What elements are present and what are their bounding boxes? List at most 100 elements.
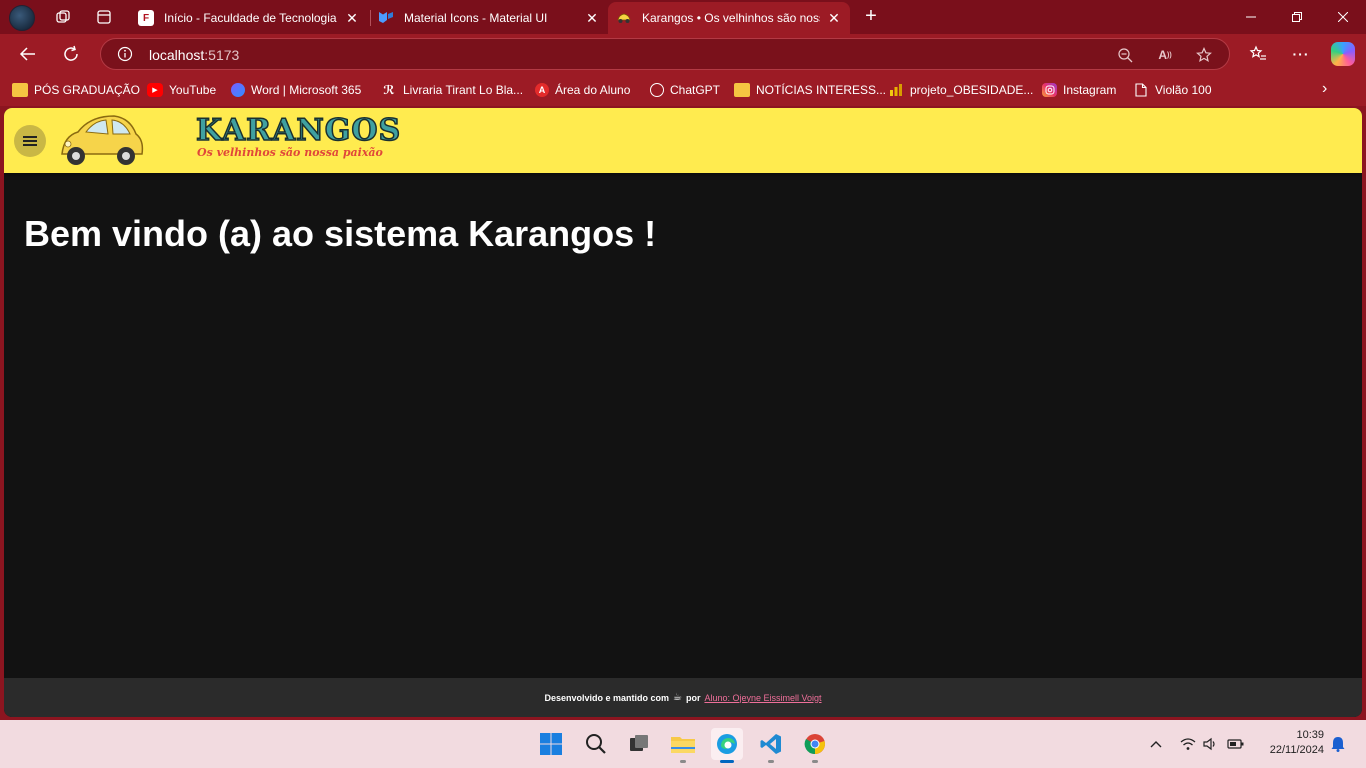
fatec-favicon-icon: F [138, 10, 154, 26]
word-icon [231, 83, 245, 97]
favorites-icon[interactable] [1246, 42, 1270, 66]
refresh-button[interactable] [57, 40, 85, 68]
hamburger-menu-icon [23, 136, 37, 146]
task-view-icon[interactable] [623, 728, 655, 760]
file-explorer-icon[interactable] [667, 728, 699, 763]
bookmark-label: PÓS GRADUAÇÃO [34, 83, 141, 97]
bookmark-noticias[interactable]: NOTÍCIAS INTERESS... [734, 81, 886, 99]
powerbi-icon [888, 83, 904, 97]
aluno-icon: A [535, 83, 549, 97]
read-aloud-icon[interactable]: A)) [1156, 46, 1174, 64]
system-clock[interactable]: 10:39 22/11/2024 [1258, 728, 1324, 758]
bookmark-chatgpt[interactable]: ChatGPT [650, 81, 720, 99]
notification-bell-icon[interactable] [1328, 734, 1348, 754]
bookmark-area-aluno[interactable]: A Área do Aluno [535, 81, 630, 99]
windows-start-icon[interactable] [535, 728, 567, 760]
instagram-icon [1042, 83, 1057, 97]
chevron-up-icon[interactable] [1146, 734, 1166, 754]
menu-button[interactable] [14, 125, 46, 157]
bookmark-word[interactable]: Word | Microsoft 365 [231, 81, 361, 99]
bookmark-youtube[interactable]: ▶ YouTube [147, 81, 216, 99]
clock-date: 22/11/2024 [1269, 744, 1324, 756]
back-button[interactable] [14, 40, 42, 68]
bookmark-projeto-obesidade[interactable]: projeto_OBESIDADE... [888, 81, 1033, 99]
running-indicator [812, 760, 818, 763]
brand-name: KARANGOS [195, 112, 402, 149]
bookmark-label: Livraria Tirant Lo Bla... [403, 83, 524, 97]
chatgpt-icon [650, 83, 664, 97]
app-bar: KARANGOS Os velhinhos são nossa paixão [4, 108, 1362, 173]
volume-icon[interactable] [1200, 734, 1220, 754]
workspaces-icon[interactable] [50, 5, 76, 29]
tab-material-icons[interactable]: Material Icons - Material UI ✕ [370, 2, 608, 34]
chrome-icon[interactable] [799, 728, 831, 763]
tab-karangos[interactable]: Karangos • Os velhinhos são nossa paixão… [608, 2, 850, 34]
tab-title: Karangos • Os velhinhos são nossa paixão [642, 11, 820, 25]
new-tab-button[interactable]: + [860, 5, 882, 29]
brand-tagline: Os velhinhos são nossa paixão [197, 146, 383, 159]
chevron-right-icon[interactable]: › [1322, 80, 1327, 98]
browser-tab-bar: F Início - Faculdade de Tecnologia de ✕ … [0, 0, 1366, 34]
bookmark-label: Área do Aluno [555, 83, 631, 97]
bookmarks-bar: PÓS GRADUAÇÃO ▶ YouTube Word | Microsoft… [0, 74, 1366, 106]
bookmark-pos-graduacao[interactable]: PÓS GRADUAÇÃO [12, 81, 140, 99]
bookmark-tirant[interactable]: ℛ Livraria Tirant Lo Bla... [381, 81, 523, 99]
running-indicator [680, 760, 686, 763]
mui-favicon-icon [378, 10, 394, 26]
bookmark-instagram[interactable]: Instagram [1042, 81, 1116, 99]
folder-icon [734, 83, 750, 97]
copilot-icon[interactable] [1331, 42, 1355, 66]
bookmark-label: Violão 100 [1155, 83, 1212, 97]
author-link[interactable]: Aluno: Ojeyne Eissimell Voigt [704, 693, 821, 703]
yellow-car-icon [61, 115, 144, 165]
footer-text: Desenvolvido e mantido com [544, 692, 669, 703]
restore-button[interactable] [1274, 0, 1320, 34]
minimize-button[interactable] [1228, 0, 1274, 34]
edge-icon[interactable] [711, 728, 743, 763]
favorite-star-icon[interactable] [1195, 46, 1213, 64]
youtube-icon: ▶ [147, 83, 163, 97]
url-port: :5173 [204, 47, 240, 63]
zoom-icon[interactable] [1116, 46, 1134, 64]
battery-icon[interactable] [1226, 734, 1246, 754]
tab-actions-icon[interactable] [91, 5, 117, 29]
windows-taskbar [0, 720, 1366, 768]
bookmark-label: ChatGPT [670, 83, 721, 97]
close-tab-icon[interactable]: ✕ [584, 10, 600, 27]
close-tab-icon[interactable]: ✕ [344, 10, 360, 27]
car-favicon-icon [616, 10, 632, 26]
profile-avatar[interactable] [9, 5, 35, 31]
site-info-icon[interactable] [117, 46, 133, 67]
footer-by: por [685, 692, 701, 703]
tab-fatec[interactable]: F Início - Faculdade de Tecnologia de ✕ [130, 2, 368, 34]
search-icon[interactable] [580, 728, 612, 760]
tirant-icon: ℛ [383, 83, 395, 97]
clock-time: 10:39 [1296, 729, 1324, 741]
close-window-button[interactable] [1320, 0, 1366, 34]
close-tab-icon[interactable]: ✕ [826, 10, 842, 27]
running-indicator [720, 760, 734, 763]
page-footer: Desenvolvido e mantido com ☕ por Aluno: … [4, 678, 1362, 717]
welcome-heading: Bem vindo (a) ao sistema Karangos ! [24, 213, 657, 254]
bookmark-label: Word | Microsoft 365 [251, 83, 362, 97]
bookmark-label: NOTÍCIAS INTERESS... [756, 83, 887, 97]
bookmark-label: Instagram [1063, 83, 1117, 97]
bookmark-label: YouTube [169, 83, 217, 97]
vscode-icon[interactable] [755, 728, 787, 763]
tab-title: Início - Faculdade de Tecnologia de [164, 11, 338, 25]
folder-icon [12, 83, 28, 97]
address-bar[interactable]: localhost:5173 A)) [100, 38, 1230, 70]
coffee-cup-icon: ☕ [673, 692, 682, 703]
url-host: localhost [149, 47, 205, 63]
url-text[interactable]: localhost:5173 [149, 47, 239, 63]
page-viewport: KARANGOS Os velhinhos são nossa paixão B… [4, 108, 1362, 717]
bookmark-violao[interactable]: Violão 100 [1133, 81, 1212, 99]
address-toolbar: localhost:5173 A)) ··· [0, 34, 1366, 74]
running-indicator [768, 760, 774, 763]
karangos-logo[interactable]: KARANGOS Os velhinhos são nossa paixão [56, 110, 401, 170]
bookmark-label: projeto_OBESIDADE... [910, 83, 1034, 97]
page-icon [1133, 83, 1149, 97]
tab-title: Material Icons - Material UI [404, 11, 548, 25]
wifi-icon[interactable] [1178, 734, 1198, 754]
more-menu-icon[interactable]: ··· [1289, 42, 1313, 66]
